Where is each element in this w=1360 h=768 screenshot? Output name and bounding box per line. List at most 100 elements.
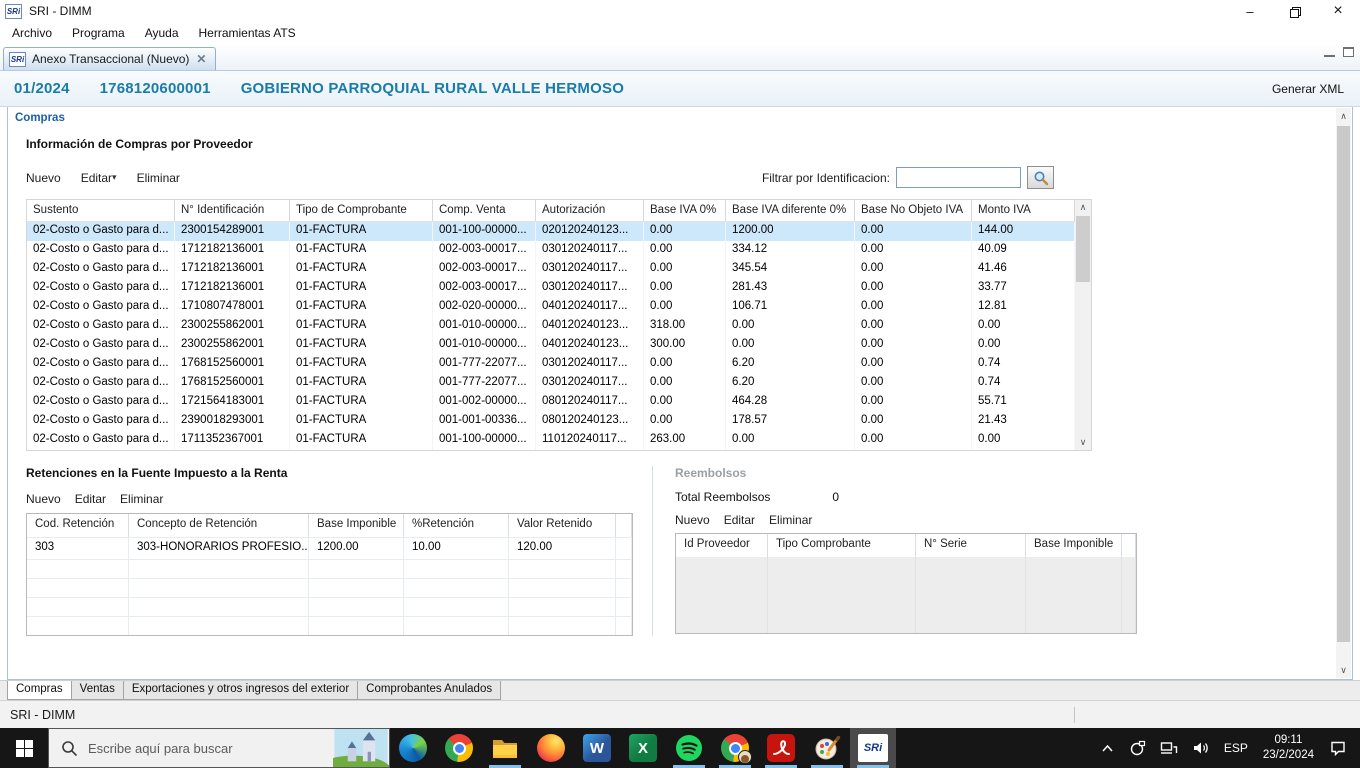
column-header[interactable]: Concepto de Retención bbox=[129, 514, 309, 537]
table-cell: 0.00 bbox=[855, 260, 972, 279]
table-row[interactable]: 02-Costo o Gasto para d...17113523670010… bbox=[27, 431, 1075, 450]
editar-dropdown-icon[interactable]: ▾ bbox=[112, 172, 117, 183]
taskbar-app-word[interactable]: W bbox=[574, 728, 620, 768]
menu-programa[interactable]: Programa bbox=[62, 24, 135, 42]
table-row[interactable]: 02-Costo o Gasto para d...17121821360010… bbox=[27, 260, 1075, 279]
reem-nuevo-button[interactable]: Nuevo bbox=[675, 513, 710, 527]
menu-ayuda[interactable]: Ayuda bbox=[135, 24, 189, 42]
column-header[interactable]: Monto IVA bbox=[972, 200, 1075, 221]
close-button[interactable]: × bbox=[1316, 0, 1360, 22]
content-scroll-thumb[interactable] bbox=[1337, 126, 1350, 642]
table-row[interactable]: 02-Costo o Gasto para d...23900182930010… bbox=[27, 412, 1075, 431]
reembolsos-table-header: Id ProveedorTipo ComprobanteN° SerieBase… bbox=[676, 534, 1136, 557]
tray-network-button[interactable] bbox=[1153, 740, 1185, 756]
taskbar-app-acrobat[interactable] bbox=[758, 728, 804, 768]
table-row-empty[interactable] bbox=[27, 616, 632, 635]
table-row[interactable]: 02-Costo o Gasto para d...17121821360010… bbox=[27, 241, 1075, 260]
table-row[interactable]: 02-Costo o Gasto para d...17121821360010… bbox=[27, 279, 1075, 298]
table-row-empty[interactable] bbox=[27, 578, 632, 597]
search-button[interactable] bbox=[1027, 166, 1054, 189]
taskbar-app-excel[interactable]: X bbox=[620, 728, 666, 768]
table-row-empty[interactable] bbox=[27, 597, 632, 616]
bottom-tab-comprobantes[interactable]: Comprobantes Anulados bbox=[357, 681, 501, 700]
content-scroll-up-icon[interactable]: ∧ bbox=[1336, 108, 1351, 124]
column-header[interactable]: Tipo de Comprobante bbox=[290, 200, 433, 221]
eliminar-button[interactable]: Eliminar bbox=[137, 171, 180, 185]
menu-herramientas-ats[interactable]: Herramientas ATS bbox=[189, 24, 306, 42]
bottom-tab-ventas[interactable]: Ventas bbox=[71, 681, 124, 700]
tray-status-button[interactable] bbox=[1122, 740, 1153, 756]
ret-eliminar-button[interactable]: Eliminar bbox=[120, 492, 163, 506]
scroll-down-icon[interactable]: ∨ bbox=[1075, 435, 1091, 450]
minimize-view-icon[interactable] bbox=[1324, 47, 1335, 57]
table-row[interactable]: 02-Costo o Gasto para d...17108074780010… bbox=[27, 298, 1075, 317]
minimize-button[interactable]: – bbox=[1228, 0, 1272, 22]
tab-anexo-transaccional[interactable]: SRi Anexo Transaccional (Nuevo) ✕ bbox=[3, 47, 216, 70]
compras-table-scrollbar[interactable]: ∧ ∨ bbox=[1075, 200, 1091, 450]
table-row[interactable]: 02-Costo o Gasto para d...17681525600010… bbox=[27, 355, 1075, 374]
taskbar-app-firefox[interactable] bbox=[528, 728, 574, 768]
table-cell: 1721564183001 bbox=[175, 393, 290, 412]
reem-editar-button[interactable]: Editar bbox=[724, 513, 755, 527]
taskbar-app-spotify[interactable] bbox=[666, 728, 712, 768]
taskbar-app-file-explorer[interactable] bbox=[482, 728, 528, 768]
menu-archivo[interactable]: Archivo bbox=[2, 24, 62, 42]
column-header[interactable]: Base Imponible bbox=[309, 514, 404, 537]
table-row[interactable]: 02-Costo o Gasto para d...17215641830010… bbox=[27, 393, 1075, 412]
content-scroll-down-icon[interactable]: ∨ bbox=[1336, 662, 1351, 678]
bottom-tab-compras[interactable]: Compras bbox=[7, 681, 72, 700]
reem-eliminar-button[interactable]: Eliminar bbox=[769, 513, 812, 527]
table-row[interactable]: 02-Costo o Gasto para d...23002558620010… bbox=[27, 317, 1075, 336]
taskbar-search[interactable]: Escribe aquí para buscar bbox=[48, 728, 390, 768]
table-cell: 02-Costo o Gasto para d... bbox=[27, 374, 175, 393]
tab-close-icon[interactable]: ✕ bbox=[195, 54, 207, 64]
taskbar-app-chrome-profile[interactable] bbox=[712, 728, 758, 768]
column-header[interactable]: N° Serie bbox=[916, 534, 1026, 557]
column-header[interactable]: Tipo Comprobante bbox=[768, 534, 916, 557]
column-header[interactable]: Valor Retenido bbox=[509, 514, 616, 537]
table-body-column bbox=[676, 557, 768, 633]
tray-clock[interactable]: 09:11 23/2/2024 bbox=[1255, 733, 1322, 763]
column-header[interactable]: Autorización bbox=[536, 200, 644, 221]
table-row[interactable]: 02-Costo o Gasto para d...23002558620010… bbox=[27, 336, 1075, 355]
table-cell: 6.20 bbox=[726, 374, 855, 393]
taskbar-app-edge[interactable] bbox=[390, 728, 436, 768]
bottom-tab-exportaciones[interactable]: Exportaciones y otros ingresos del exter… bbox=[123, 681, 358, 700]
editar-button[interactable]: Editar bbox=[81, 171, 112, 185]
content-scrollbar[interactable]: ∧ ∨ bbox=[1336, 108, 1351, 678]
ret-editar-button[interactable]: Editar bbox=[75, 492, 106, 506]
filter-input[interactable] bbox=[896, 167, 1021, 188]
column-header[interactable]: N° Identificación bbox=[175, 200, 290, 221]
maximize-view-icon[interactable] bbox=[1343, 47, 1354, 57]
table-row[interactable]: 02-Costo o Gasto para d...17681525600010… bbox=[27, 374, 1075, 393]
column-header[interactable]: Id Proveedor bbox=[676, 534, 768, 557]
column-header[interactable]: %Retención bbox=[404, 514, 509, 537]
scroll-up-icon[interactable]: ∧ bbox=[1075, 200, 1091, 215]
nuevo-button[interactable]: Nuevo bbox=[26, 171, 61, 185]
start-button[interactable] bbox=[0, 728, 48, 768]
taskbar-app-paint[interactable] bbox=[804, 728, 850, 768]
notification-center-button[interactable] bbox=[1322, 740, 1354, 756]
column-header[interactable]: Base IVA 0% bbox=[644, 200, 726, 221]
table-cell: 345.54 bbox=[726, 260, 855, 279]
ret-nuevo-button[interactable]: Nuevo bbox=[26, 492, 61, 506]
tray-expand-button[interactable] bbox=[1093, 742, 1122, 755]
column-header[interactable]: Comp. Venta bbox=[433, 200, 536, 221]
table-row[interactable]: 02-Costo o Gasto para d...23001542890010… bbox=[27, 222, 1075, 241]
scroll-thumb[interactable] bbox=[1076, 216, 1090, 282]
column-header[interactable]: Base No Objeto IVA bbox=[855, 200, 972, 221]
column-header[interactable]: Cod. Retención bbox=[27, 514, 129, 537]
tray-volume-button[interactable] bbox=[1185, 740, 1217, 756]
column-header[interactable]: Base IVA diferente 0% bbox=[726, 200, 855, 221]
tray-language[interactable]: ESP bbox=[1217, 741, 1255, 755]
table-row-empty[interactable] bbox=[27, 559, 632, 578]
column-header[interactable]: Sustento bbox=[27, 200, 175, 221]
taskbar-app-sri-dimm[interactable]: SRi bbox=[850, 728, 896, 768]
retenciones-table: Cod. RetenciónConcepto de RetenciónBase … bbox=[26, 513, 633, 636]
column-header[interactable]: Base Imponible bbox=[1026, 534, 1122, 557]
restore-button[interactable] bbox=[1272, 0, 1316, 22]
taskbar-app-chrome[interactable] bbox=[436, 728, 482, 768]
generar-xml-button[interactable]: Generar XML bbox=[1272, 82, 1344, 96]
table-cell: 001-010-00000... bbox=[433, 317, 536, 336]
table-row[interactable]: 303303-HONORARIOS PROFESIO...1200.0010.0… bbox=[27, 537, 632, 559]
